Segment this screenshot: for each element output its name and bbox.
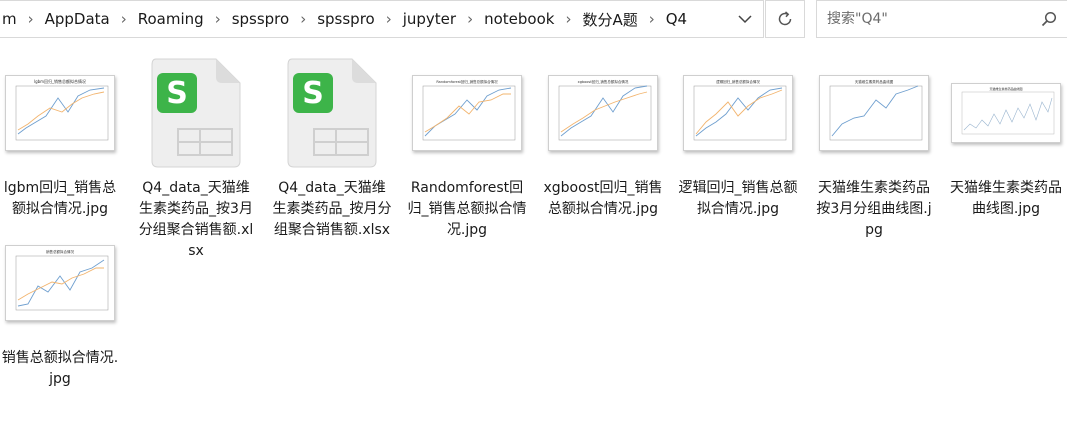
search-input[interactable] [825, 10, 1029, 28]
image-thumbnail: lgbm回归_销售总额拟合情况 [0, 55, 120, 170]
thumbnail-title: xgboost回归_销售总额拟合情况 [578, 79, 629, 84]
breadcrumb-separator-icon[interactable]: › [460, 10, 480, 28]
thumbnail-title: 销售总额拟合情况 [46, 249, 74, 254]
breadcrumb: m › AppData › Roaming › spsspro › spsspro › jupyte… [0, 9, 691, 30]
breadcrumb-separator-icon[interactable]: › [114, 10, 134, 28]
file-name: lgbm回归_销售总额拟合情况.jpg [3, 180, 117, 217]
breadcrumb-item[interactable]: Q4 [662, 10, 691, 28]
image-thumbnail: 天猫维生素类药品曲线图 [946, 55, 1066, 170]
thumbnail-title: lgbm回归_销售总额拟合情况 [34, 78, 86, 84]
breadcrumb-item[interactable]: Roaming [134, 10, 208, 28]
line-fit-thumbnail: Randomforest回归_销售总额拟合情况 [422, 79, 516, 140]
image-thumbnail: 销售总额拟合情况 [0, 225, 120, 340]
breadcrumb-separator-icon[interactable]: › [558, 10, 578, 28]
svg-text:S: S [302, 76, 324, 111]
breadcrumb-item[interactable]: 数分A题 [578, 9, 641, 30]
breadcrumb-separator-icon[interactable]: › [208, 10, 228, 28]
search-icon[interactable] [1041, 11, 1057, 31]
svg-text:S: S [166, 76, 188, 111]
line-fit-thumbnail: 逻辑回归_销售总额拟合情况 [693, 79, 787, 140]
breadcrumb-item[interactable]: spsspro [313, 10, 379, 28]
breadcrumb-item[interactable]: m [0, 10, 21, 28]
line-thumbnail: 天猫维生素类药品曲线图 [829, 79, 923, 140]
line-thumbnail: 天猫维生素类药品曲线图 [961, 86, 1055, 134]
file-name: 天猫维生素类药品曲线图.jpg [950, 180, 1062, 217]
xlsx-file-icon: S [272, 55, 392, 170]
line-fit-thumbnail: xgboost回归_销售总额拟合情况 [558, 79, 652, 140]
breadcrumb-separator-icon[interactable]: › [642, 10, 662, 28]
image-thumbnail: xgboost回归_销售总额拟合情况 [543, 55, 663, 170]
search-box[interactable] [816, 0, 1067, 38]
thumbnail-title: 逻辑回归_销售总额拟合情况 [716, 79, 760, 84]
breadcrumb-separator-icon[interactable]: › [293, 10, 313, 28]
file-name: Q4_data_天猫维生素类药品_按月分组聚合销售额.xlsx [272, 180, 392, 238]
refresh-icon [778, 11, 792, 26]
chevron-down-icon [738, 15, 752, 24]
file-name: 销售总额拟合情况.jpg [1, 350, 119, 387]
breadcrumb-item[interactable]: notebook [480, 10, 558, 28]
line-fit-thumbnail: 销售总额拟合情况 [15, 249, 109, 310]
thumbnail-title: 天猫维生素类药品曲线图 [989, 86, 1022, 91]
breadcrumb-item[interactable]: spsspro [228, 10, 294, 28]
thumbnail-title: 天猫维生素类药品曲线图 [855, 79, 894, 84]
image-thumbnail: Randomforest回归_销售总额拟合情况 [407, 55, 527, 170]
xlsx-file-icon: S [136, 55, 256, 170]
refresh-button[interactable] [765, 0, 805, 38]
line-fit-thumbnail: lgbm回归_销售总额拟合情况 [15, 78, 109, 140]
file-name: 逻辑回归_销售总额拟合情况.jpg [678, 180, 798, 217]
file-name: xgboost回归_销售总额拟合情况.jpg [543, 180, 663, 217]
breadcrumb-separator-icon[interactable]: › [21, 10, 41, 28]
thumbnail-title: Randomforest回归_销售总额拟合情况 [436, 79, 498, 84]
file-name: Randomforest回归_销售总额拟合情况.jpg [407, 180, 527, 238]
breadcrumb-item[interactable]: jupyter [399, 10, 460, 28]
breadcrumb-item[interactable]: AppData [41, 10, 114, 28]
image-thumbnail: 天猫维生素类药品曲线图 [814, 55, 934, 170]
image-thumbnail: 逻辑回归_销售总额拟合情况 [678, 55, 798, 170]
breadcrumb-separator-icon[interactable]: › [379, 10, 399, 28]
file-name: 天猫维生素类药品按3月分组曲线图.jpg [816, 180, 932, 238]
address-history-dropdown[interactable] [727, 1, 763, 37]
address-bar[interactable]: m › AppData › Roaming › spsspro › spsspro › jupyte… [0, 0, 764, 38]
file-name: Q4_data_天猫维生素类药品_按3月分组聚合销售额.xlsx [138, 180, 254, 259]
